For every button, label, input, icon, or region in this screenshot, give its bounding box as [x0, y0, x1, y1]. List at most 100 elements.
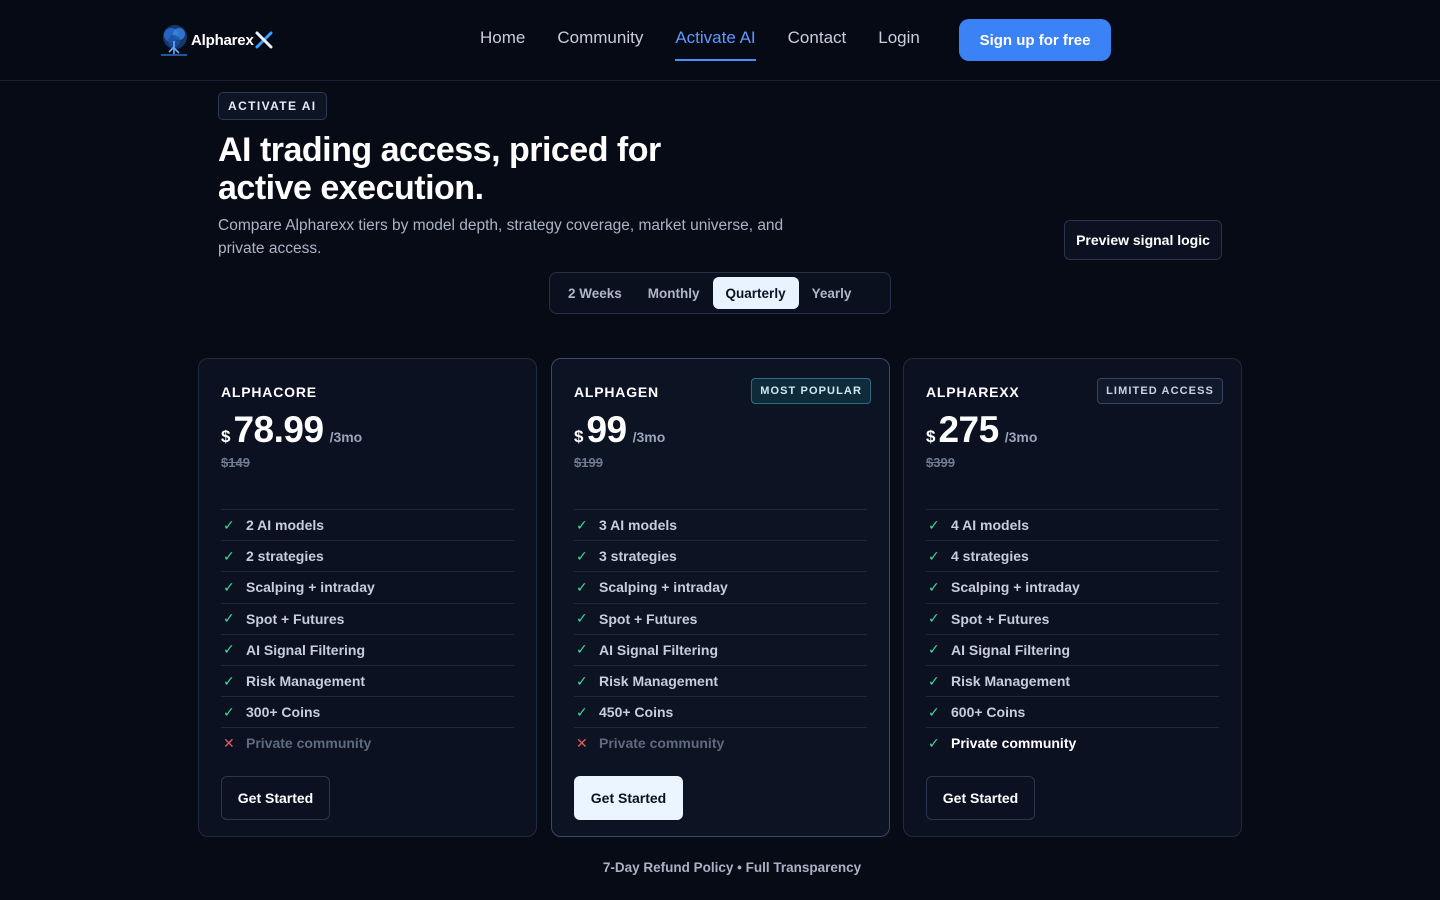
feature-item: ✓ Risk Management [574, 664, 867, 696]
feature-list: ✓ 2 AI models ✓ 2 strategies ✓ Scalping + int… [221, 509, 514, 759]
preview-signal-logic-button[interactable]: Preview signal logic [1064, 220, 1222, 260]
plan-name: ALPHAGEN [574, 384, 659, 400]
feature-item: ✓ Scalping + intraday [926, 571, 1219, 602]
price-amount: 275 [938, 409, 999, 450]
price-period: /3mo [632, 429, 666, 445]
get-started-button[interactable]: Get Started [574, 776, 683, 820]
price-currency: $ [926, 427, 936, 446]
check-icon: ✓ [928, 578, 940, 595]
feature-text: Spot + Futures [599, 610, 698, 627]
price-period: /3mo [1004, 429, 1038, 445]
headline-line-2: active execution. [218, 169, 484, 207]
feature-item: ✓ Spot + Futures [574, 602, 867, 634]
check-icon: ✓ [928, 516, 940, 533]
billing-option-monthly[interactable]: Monthly [635, 277, 713, 309]
nav-link-contact[interactable]: Contact [788, 28, 847, 61]
feature-item: ✕ Private community [574, 727, 867, 758]
feature-text: 3 AI models [599, 517, 678, 534]
feature-text: Spot + Futures [951, 610, 1050, 627]
nav-link-home[interactable]: Home [480, 28, 525, 61]
check-icon: ✓ [576, 516, 588, 533]
plan-name: ALPHACORE [221, 384, 317, 400]
feature-text: Spot + Futures [246, 610, 345, 627]
feature-text: AI Signal Filtering [599, 641, 719, 658]
nav-links: Home Community Activate AI Contact Login [480, 28, 952, 61]
feature-item: ✓ 450+ Coins [574, 696, 867, 727]
brand-x-icon [255, 31, 273, 49]
plan-price: $ 78.99 /3mo [221, 409, 362, 451]
check-icon: ✓ [223, 703, 235, 720]
check-icon: ✓ [576, 641, 588, 658]
check-icon: ✓ [576, 703, 588, 720]
feature-list: ✓ 4 AI models ✓ 4 strategies ✓ Scalping + int… [926, 509, 1219, 759]
feature-text: Private community [951, 735, 1077, 752]
original-price: $199 [574, 455, 603, 470]
check-icon: ✓ [928, 610, 940, 627]
headline-line-1: AI trading access, priced for [218, 131, 661, 169]
top-nav: Alpharex Home Community Activate AI Cont… [0, 0, 1440, 81]
check-icon: ✓ [223, 641, 235, 658]
feature-item: ✓ 300+ Coins [221, 696, 514, 727]
get-started-button[interactable]: Get Started [926, 776, 1035, 820]
feature-item: ✓ Spot + Futures [221, 602, 514, 634]
check-icon: ✓ [576, 610, 588, 627]
plan-price: $ 99 /3mo [574, 409, 665, 451]
feature-text: Private community [599, 735, 725, 752]
check-icon: ✓ [223, 516, 235, 533]
check-icon: ✓ [223, 672, 235, 689]
limited-access-badge: LIMITED ACCESS [1097, 378, 1223, 404]
feature-item: ✓ 4 strategies [926, 540, 1219, 571]
feature-item: ✓ Risk Management [221, 664, 514, 696]
check-icon: ✓ [223, 578, 235, 595]
section-eyebrow: ACTIVATE AI [218, 92, 327, 120]
plan-card-alphagen: ALPHAGEN MOST POPULAR $ 99 /3mo $199 ✓ 3 … [551, 358, 890, 837]
feature-text: Risk Management [246, 673, 366, 690]
billing-period-toggle: 2 Weeks Monthly Quarterly Yearly [549, 272, 891, 314]
price-currency: $ [221, 427, 231, 446]
billing-option-yearly[interactable]: Yearly [799, 277, 865, 309]
feature-item: ✓ AI Signal Filtering [221, 633, 514, 665]
brand-logo[interactable]: Alpharex [155, 20, 273, 60]
cross-icon: ✕ [576, 734, 588, 751]
check-icon: ✓ [576, 578, 588, 595]
feature-item: ✕ Private community [221, 727, 514, 758]
plan-card-alphacore: ALPHACORE $ 78.99 /3mo $149 ✓ 2 AI models… [198, 358, 537, 837]
check-icon: ✓ [928, 734, 940, 751]
brand-name: Alpharex [191, 31, 254, 49]
price-period: /3mo [329, 429, 363, 445]
nav-link-community[interactable]: Community [557, 28, 643, 61]
page-subtitle: Compare Alpharexx tiers by model depth, … [218, 217, 784, 257]
feature-text: Risk Management [951, 673, 1071, 690]
feature-item: ✓ Private community [926, 727, 1219, 758]
page-headline: AI trading access, priced for active exe… [218, 131, 738, 207]
signup-button[interactable]: Sign up for free [959, 19, 1111, 61]
original-price: $399 [926, 455, 955, 470]
billing-option-quarterly[interactable]: Quarterly [712, 277, 799, 309]
billing-option-2-weeks[interactable]: 2 Weeks [555, 277, 635, 309]
cross-icon: ✕ [223, 734, 235, 751]
feature-item: ✓ 600+ Coins [926, 696, 1219, 727]
price-amount: 99 [586, 409, 627, 450]
feature-text: Scalping + intraday [951, 579, 1080, 596]
feature-text: Scalping + intraday [599, 579, 728, 596]
feature-list: ✓ 3 AI models ✓ 3 strategies ✓ Scalping + int… [574, 509, 867, 759]
check-icon: ✓ [928, 672, 940, 689]
get-started-button[interactable]: Get Started [221, 776, 330, 820]
check-icon: ✓ [223, 547, 235, 564]
feature-text: 2 AI models [246, 517, 325, 534]
feature-text: 600+ Coins [951, 704, 1026, 721]
tree-logo-icon [161, 25, 187, 56]
feature-item: ✓ 2 strategies [221, 540, 514, 571]
nav-link-login[interactable]: Login [878, 28, 920, 61]
feature-item: ✓ 3 AI models [574, 509, 867, 540]
plan-price: $ 275 /3mo [926, 409, 1037, 451]
price-currency: $ [574, 427, 584, 446]
check-icon: ✓ [928, 703, 940, 720]
feature-text: Risk Management [599, 673, 719, 690]
feature-item: ✓ AI Signal Filtering [926, 633, 1219, 665]
check-icon: ✓ [576, 672, 588, 689]
most-popular-badge: MOST POPULAR [751, 378, 871, 404]
nav-link-activate-ai[interactable]: Activate AI [675, 28, 756, 61]
feature-item: ✓ AI Signal Filtering [574, 633, 867, 665]
check-icon: ✓ [928, 547, 940, 564]
